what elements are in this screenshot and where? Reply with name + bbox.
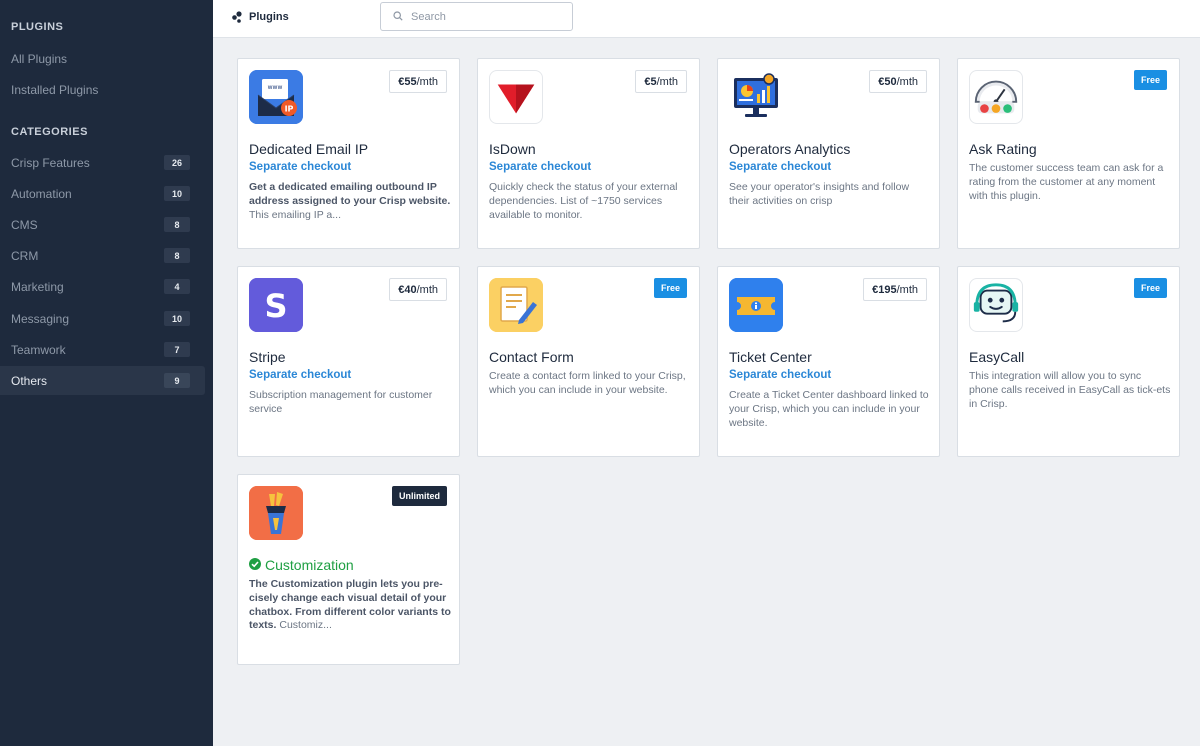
plugin-description: Quickly check the status of your externa… xyxy=(489,181,678,221)
category-label: CRM xyxy=(11,248,39,263)
free-badge: Free xyxy=(1133,70,1167,90)
svg-text:www: www xyxy=(268,84,283,91)
category-label: Others xyxy=(11,373,48,388)
unlimited-badge: Unlimited xyxy=(391,486,447,506)
category-count-badge: 4 xyxy=(164,279,190,294)
price-tag: €50/mth xyxy=(869,70,927,93)
plugin-dots-icon xyxy=(231,11,243,23)
sidebar-category-cms[interactable]: CMS 8 xyxy=(0,210,205,239)
installed-check-icon xyxy=(249,557,261,573)
plugin-card-ask-rating[interactable]: Free Ask Rating The customer success tea… xyxy=(957,58,1180,249)
sidebar-category-crm[interactable]: CRM 8 xyxy=(0,241,205,270)
separate-checkout-link[interactable]: Separate checkout xyxy=(729,369,831,381)
category-label: Messaging xyxy=(11,311,70,326)
page-title: Plugins xyxy=(249,11,289,23)
plugin-card-easycall[interactable]: Free EasyCall This integration will allo… xyxy=(957,266,1180,457)
isdown-icon xyxy=(489,70,543,124)
categories-heading: CATEGORIES xyxy=(11,126,88,138)
sidebar-category-automation[interactable]: Automation 10 xyxy=(0,179,205,208)
price-tag: €40/mth xyxy=(389,278,447,301)
plugins-heading: PLUGINS xyxy=(11,21,64,33)
plugin-title: Operators Analytics xyxy=(729,141,851,157)
sidebar-category-teamwork[interactable]: Teamwork 7 xyxy=(0,335,205,364)
stripe-icon: S xyxy=(249,278,303,332)
free-badge: Free xyxy=(653,278,687,298)
sidebar-item-all-plugins[interactable]: All Plugins xyxy=(0,44,205,73)
analytics-icon xyxy=(729,70,783,124)
price-tag: €195/mth xyxy=(863,278,927,301)
sidebar-category-others[interactable]: Others 9 xyxy=(0,366,205,395)
email-ip-icon: www IP xyxy=(249,70,303,124)
topbar: Plugins xyxy=(213,0,1200,38)
category-count-badge: 9 xyxy=(164,373,190,388)
category-count-badge: 10 xyxy=(164,186,190,201)
category-count-badge: 7 xyxy=(164,342,190,357)
separate-checkout-link[interactable]: Separate checkout xyxy=(729,161,831,173)
plugin-description: See your operator's insights and follow … xyxy=(729,181,910,207)
category-count-badge: 8 xyxy=(164,217,190,232)
plugin-title: Ticket Center xyxy=(729,349,812,365)
category-count-badge: 10 xyxy=(164,311,190,326)
separate-checkout-link[interactable]: Separate checkout xyxy=(249,161,351,173)
plugin-description: Create a contact form linked to your Cri… xyxy=(489,370,686,396)
search-input[interactable] xyxy=(411,10,561,23)
plugin-description: Create a Ticket Center dashboard linked … xyxy=(729,389,929,429)
plugin-card-dedicated-email-ip[interactable]: www IP €55/mth Dedicated Email IP Separa… xyxy=(237,58,460,249)
plugin-title: Contact Form xyxy=(489,349,574,365)
category-label: CMS xyxy=(11,217,38,232)
separate-checkout-link[interactable]: Separate checkout xyxy=(489,161,591,173)
plugin-title: Ask Rating xyxy=(969,141,1037,157)
category-count-badge: 8 xyxy=(164,248,190,263)
plugin-title: Customization xyxy=(249,557,354,573)
easycall-headset-icon xyxy=(969,278,1023,332)
category-label: Teamwork xyxy=(11,342,66,357)
plugin-title: Dedicated Email IP xyxy=(249,141,369,157)
plugin-description: The customer success team can ask for a … xyxy=(969,162,1164,202)
search-box[interactable] xyxy=(380,2,573,31)
plugin-description: Get a dedicated emailing outbound IP add… xyxy=(249,181,451,221)
search-icon xyxy=(393,8,403,26)
plugin-card-isdown[interactable]: €5/mth IsDown Separate checkout Quickly … xyxy=(477,58,700,249)
sidebar-category-marketing[interactable]: Marketing 4 xyxy=(0,272,205,301)
category-label: Crisp Features xyxy=(11,155,90,170)
ticket-icon xyxy=(729,278,783,332)
plugin-card-contact-form[interactable]: Free Contact Form Create a contact form … xyxy=(477,266,700,457)
plugin-title: EasyCall xyxy=(969,349,1025,365)
plugin-description: This integration will allow you to sync … xyxy=(969,370,1171,410)
plugin-description: Subscription management for customer ser… xyxy=(249,389,433,415)
plugin-title: Stripe xyxy=(249,349,286,365)
sidebar: PLUGINS All Plugins Installed Plugins CA… xyxy=(0,0,213,746)
separate-checkout-link[interactable]: Separate checkout xyxy=(249,369,351,381)
plugin-description: The Customization plugin lets you pre-ci… xyxy=(249,578,451,632)
category-label: Automation xyxy=(11,186,72,201)
plugin-card-ticket-center[interactable]: €195/mth Ticket Center Separate checkout… xyxy=(717,266,940,457)
sidebar-item-installed-plugins[interactable]: Installed Plugins xyxy=(0,75,205,104)
price-tag: €55/mth xyxy=(389,70,447,93)
sidebar-category-crisp-features[interactable]: Crisp Features 26 xyxy=(0,148,205,177)
plugin-card-stripe[interactable]: S €40/mth Stripe Separate checkout Subsc… xyxy=(237,266,460,457)
rating-gauge-icon xyxy=(969,70,1023,124)
svg-text:S: S xyxy=(264,287,287,325)
plugins-title: Plugins xyxy=(231,11,289,23)
price-tag: €5/mth xyxy=(635,70,687,93)
svg-text:IP: IP xyxy=(285,105,294,114)
contact-form-icon xyxy=(489,278,543,332)
sidebar-category-messaging[interactable]: Messaging 10 xyxy=(0,304,205,333)
plugin-title: IsDown xyxy=(489,141,536,157)
customization-brush-icon xyxy=(249,486,303,540)
category-label: Marketing xyxy=(11,279,64,294)
plugin-card-operators-analytics[interactable]: €50/mth Operators Analytics Separate che… xyxy=(717,58,940,249)
category-count-badge: 26 xyxy=(164,155,190,170)
free-badge: Free xyxy=(1133,278,1167,298)
plugin-card-customization[interactable]: Unlimited Customization The Customizatio… xyxy=(237,474,460,665)
